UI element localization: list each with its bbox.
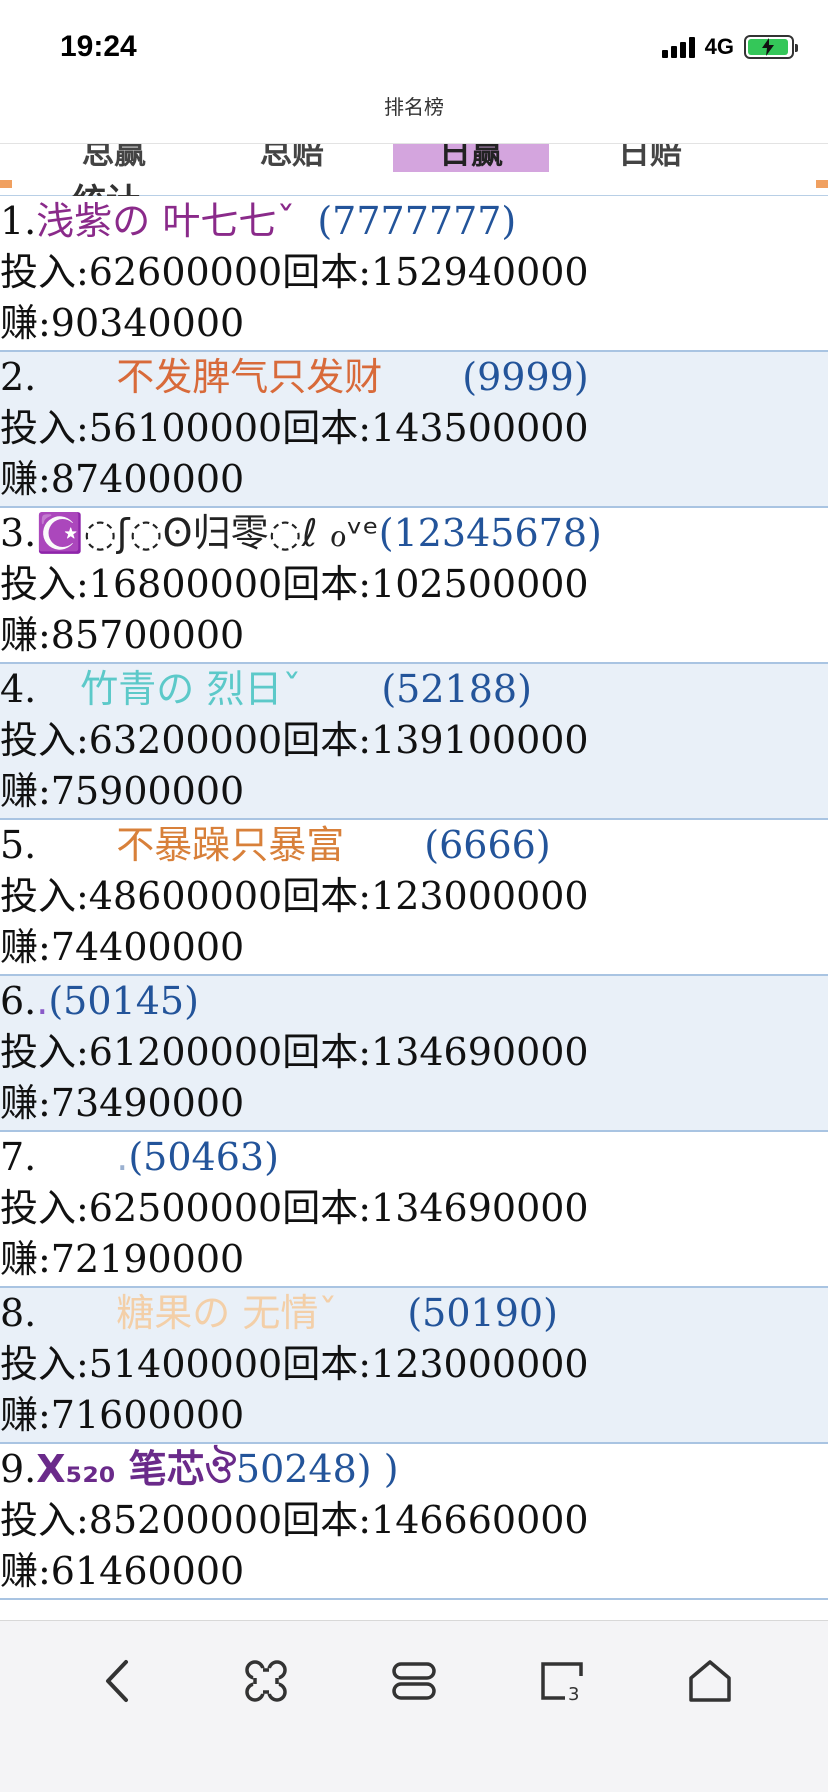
user-id: (52188)	[381, 667, 532, 711]
user-id: (7777777)	[317, 199, 517, 243]
tab-total-loss[interactable]: 总赔	[214, 144, 370, 172]
back-chevron-icon[interactable]	[88, 1651, 148, 1711]
user-id: (9999)	[462, 355, 589, 399]
table-row: 2. 不发脾气只发财 (9999) 投入:56100000回本:143500000 …	[0, 352, 828, 508]
rank-number: 6.	[0, 979, 37, 1023]
tab-stats-label[interactable]: 统计	[72, 174, 140, 196]
tab-bar: 总赢 总赔 日赢 日赔 统计	[0, 144, 828, 196]
table-row: 8. 糖果の 无情ˇ (50190) 投入:51400000回本:123000000…	[0, 1288, 828, 1444]
status-bar: 19:24 4G	[0, 0, 828, 88]
nickname: .	[36, 979, 49, 1023]
rank-number: 8.	[0, 1291, 37, 1335]
earnings: 赚:87400000	[0, 457, 245, 501]
table-row: 4. 竹青の 烈日ˇ (52188) 投入:63200000回本:139100000…	[0, 664, 828, 820]
earnings: 赚:72190000	[0, 1237, 245, 1281]
invest-return: 投入:62600000回本:152940000	[0, 250, 589, 294]
tab-edge-marker-left	[0, 180, 12, 188]
window-count-icon[interactable]: 3	[532, 1651, 592, 1711]
earnings: 赚:71600000	[0, 1393, 245, 1437]
signal-icon	[661, 36, 695, 58]
rank-number: 4.	[0, 667, 37, 711]
user-id: (50145)	[48, 979, 199, 1023]
table-row: 1. 浅紫の 叶七七ˇ (7777777) 投入:62600000回本:152940…	[0, 196, 828, 352]
nickname: .	[116, 1135, 129, 1179]
user-id: (50463)	[128, 1135, 279, 1179]
user-id: (6666)	[424, 823, 551, 867]
tab-edge-marker-right	[816, 180, 828, 188]
tab-daily-loss[interactable]: 日赔	[572, 144, 728, 172]
nickname: 不暴躁只暴富	[116, 823, 345, 867]
tab-total-win[interactable]: 总赢	[36, 144, 192, 172]
earnings: 赚:74400000	[0, 925, 245, 969]
table-row: 9. X₅₂₀ 笔芯ঔ 50248) ) 投入:85200000回本:1466600…	[0, 1444, 828, 1600]
invest-return: 投入:51400000回本:123000000	[0, 1342, 589, 1386]
table-row: 6.. (50145) 投入:61200000回本:134690000 赚:734…	[0, 976, 828, 1132]
rank-number: 1.	[0, 199, 37, 243]
table-row: 3. ☪️◌ʃ◌ʘ归零◌ℓ ℴᵛᵉ (12345678) 投入:16800000回本…	[0, 508, 828, 664]
earnings: 赚:90340000	[0, 301, 245, 345]
ranking-list: 1. 浅紫の 叶七七ˇ (7777777) 投入:62600000回本:152940…	[0, 196, 828, 1620]
battery-icon	[744, 35, 798, 59]
bottom-toolbar: 3	[0, 1620, 828, 1792]
nickname: X₅₂₀ 笔芯ঔ	[36, 1447, 236, 1491]
svg-text:3: 3	[568, 1684, 579, 1705]
invest-return: 投入:63200000回本:139100000	[0, 718, 589, 762]
rank-number: 3.	[0, 511, 37, 555]
status-time: 19:24	[60, 30, 137, 63]
invest-return: 投入:48600000回本:123000000	[0, 874, 589, 918]
earnings: 赚:73490000	[0, 1081, 245, 1125]
table-row: 5. 不暴躁只暴富 (6666) 投入:48600000回本:123000000 赚…	[0, 820, 828, 976]
invest-return: 投入:61200000回本:134690000	[0, 1030, 589, 1074]
earnings: 赚:75900000	[0, 769, 245, 813]
invest-return: 投入:56100000回本:143500000	[0, 406, 589, 450]
earnings: 赚:61460000	[0, 1549, 245, 1593]
nickname: 竹青の 烈日ˇ	[80, 667, 302, 711]
command-icon[interactable]	[236, 1651, 296, 1711]
user-id: (12345678)	[378, 511, 602, 555]
network-label: 4G	[704, 34, 734, 59]
invest-return: 投入:62500000回本:134690000	[0, 1186, 589, 1230]
rank-number: 9.	[0, 1447, 37, 1491]
rank-number: 2.	[0, 355, 37, 399]
rank-number: 7.	[0, 1135, 37, 1179]
user-id: 50248) )	[235, 1447, 399, 1491]
nickname: ☪️◌ʃ◌ʘ归零◌ℓ ℴᵛᵉ	[36, 511, 379, 555]
table-row: 7.. (50463) 投入:62500000回本:134690000 赚:721…	[0, 1132, 828, 1288]
rank-number: 5.	[0, 823, 37, 867]
nickname: 不发脾气只发财	[116, 355, 383, 399]
page-title: 排名榜	[0, 88, 828, 144]
invest-return: 投入:16800000回本:102500000	[0, 562, 589, 606]
earnings: 赚:85700000	[0, 613, 245, 657]
user-id: (50190)	[407, 1291, 558, 1335]
tabs-stack-icon[interactable]	[384, 1651, 444, 1711]
nickname: 浅紫の 叶七七ˇ	[36, 199, 296, 243]
home-icon[interactable]	[680, 1651, 740, 1711]
status-indicators: 4G	[661, 34, 798, 60]
tab-daily-win[interactable]: 日赢	[393, 144, 549, 172]
invest-return: 投入:85200000回本:146660000	[0, 1498, 589, 1542]
nickname: 糖果の 无情ˇ	[116, 1291, 338, 1335]
